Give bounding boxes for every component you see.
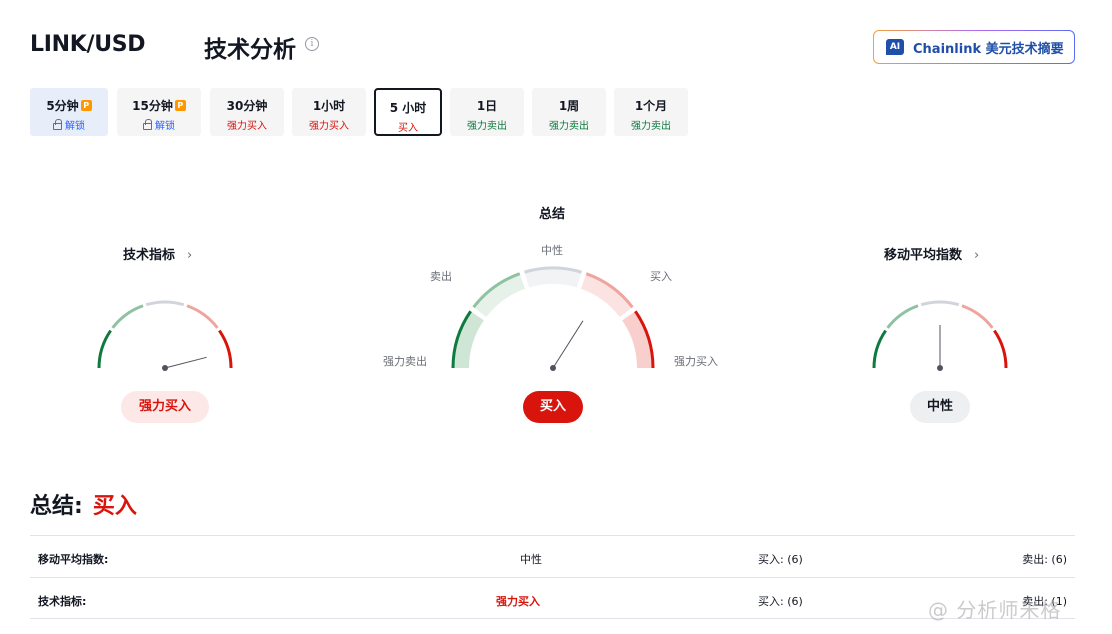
summary-value: 买入 bbox=[92, 494, 137, 519]
pair-name: LINK/USD bbox=[30, 32, 146, 57]
tab-1month[interactable]: 1个月 强力卖出 bbox=[614, 88, 688, 136]
info-icon[interactable]: i bbox=[305, 37, 319, 51]
gauge-segment-neutral bbox=[145, 300, 185, 307]
row-buy-count: 买入: (6) bbox=[758, 595, 803, 608]
gauge-band-sell bbox=[473, 273, 526, 317]
tab-sub: 解锁 bbox=[155, 121, 175, 132]
gauge-needle-pivot bbox=[937, 365, 943, 371]
oscillators-result-badge: 强力买入 bbox=[121, 391, 209, 423]
tab-label: 5分钟 bbox=[46, 99, 79, 113]
moving-averages-title[interactable]: 移动平均指数 › bbox=[884, 244, 979, 263]
tab-1day[interactable]: 1日 强力卖出 bbox=[450, 88, 524, 136]
tab-label: 30分钟 bbox=[226, 99, 268, 113]
row-name: 技术指标: bbox=[38, 595, 87, 608]
tab-5min[interactable]: 5分钟 P 解锁 bbox=[30, 88, 108, 136]
gauge-segment-sell bbox=[111, 304, 144, 329]
tab-label: 1日 bbox=[476, 99, 498, 113]
summary-heading: 总结: 买入 bbox=[30, 494, 137, 519]
table-row: 技术指标: 强力买入 买入: (6) 卖出: (1) bbox=[30, 577, 1075, 619]
gauge-segment-strong-buy bbox=[218, 329, 233, 369]
row-sell-count: 卖出: (6) bbox=[1022, 553, 1067, 566]
tab-sub: 强力卖出 bbox=[467, 121, 507, 132]
gauge-segment-buy bbox=[186, 304, 219, 329]
oscillators-title[interactable]: 技术指标 › bbox=[123, 244, 192, 263]
gauge-needle-pivot bbox=[162, 365, 168, 371]
summary-table: 移动平均指数: 中性 买入: (6) 卖出: (6) 技术指标: 强力买入 买入… bbox=[30, 535, 1075, 619]
gauge-needle bbox=[552, 320, 584, 369]
tab-label: 1小时 bbox=[312, 99, 346, 113]
ai-summary-button[interactable]: AI Chainlink 美元技术摘要 bbox=[873, 30, 1075, 64]
gauge-segment-strong-sell bbox=[97, 329, 112, 369]
moving-averages-gauge bbox=[872, 300, 1008, 371]
row-status: 中性 bbox=[520, 553, 542, 566]
gauge-segment-buy bbox=[961, 304, 994, 329]
gauge-segment-sell bbox=[886, 304, 919, 329]
label-strong-buy: 强力买入 bbox=[674, 355, 718, 368]
gauge-needle bbox=[164, 356, 207, 369]
gauge-band-buy bbox=[580, 273, 633, 317]
tab-30min[interactable]: 30分钟 强力买入 bbox=[210, 88, 284, 136]
chevron-right-icon: › bbox=[974, 248, 980, 263]
lock-icon bbox=[143, 119, 152, 130]
tab-sub: 解锁 bbox=[65, 121, 85, 132]
pro-icon: P bbox=[80, 100, 92, 111]
tab-sub: 强力卖出 bbox=[549, 121, 589, 132]
summary-result-badge: 买入 bbox=[523, 391, 583, 423]
summary-gauge-title: 总结 bbox=[539, 207, 566, 222]
moving-averages-result-badge: 中性 bbox=[910, 391, 970, 423]
tab-label: 1周 bbox=[558, 99, 580, 113]
tab-label: 1个月 bbox=[634, 99, 668, 113]
tab-label: 5 小时 bbox=[389, 101, 427, 115]
row-status: 强力买入 bbox=[496, 595, 540, 608]
ai-chat-icon: AI bbox=[886, 39, 904, 55]
row-name: 移动平均指数: bbox=[38, 553, 109, 566]
gauge-segment-strong-sell bbox=[872, 329, 887, 369]
summary-gauge bbox=[451, 266, 655, 371]
tab-1hour[interactable]: 1小时 强力买入 bbox=[292, 88, 366, 136]
ai-summary-label: Chainlink 美元技术摘要 bbox=[913, 41, 1064, 57]
page-title: 技术分析 bbox=[204, 37, 296, 63]
tab-sub: 买入 bbox=[398, 123, 418, 134]
gauge-segment-neutral bbox=[920, 300, 960, 307]
gauge-segment-strong-buy bbox=[993, 329, 1008, 369]
label-neutral: 中性 bbox=[541, 244, 563, 257]
pro-icon: P bbox=[174, 100, 186, 111]
tab-sub: 强力卖出 bbox=[631, 121, 671, 132]
chevron-right-icon: › bbox=[187, 248, 193, 263]
tab-5hour[interactable]: 5 小时 买入 bbox=[374, 88, 442, 136]
tab-15min[interactable]: 15分钟 P 解锁 bbox=[117, 88, 201, 136]
lock-icon bbox=[53, 119, 62, 130]
gauge-needle-pivot bbox=[550, 365, 556, 371]
row-buy-count: 买入: (6) bbox=[758, 553, 803, 566]
watermark: @ 分析师米格 bbox=[928, 598, 1062, 622]
label-strong-sell: 强力卖出 bbox=[383, 355, 427, 368]
table-row: 移动平均指数: 中性 买入: (6) 卖出: (6) bbox=[30, 535, 1075, 577]
tab-sub: 强力买入 bbox=[227, 121, 267, 132]
tab-1week[interactable]: 1周 强力卖出 bbox=[532, 88, 606, 136]
tab-label: 15分钟 bbox=[132, 99, 173, 113]
tab-sub: 强力买入 bbox=[309, 121, 349, 132]
oscillators-gauge bbox=[97, 300, 233, 371]
